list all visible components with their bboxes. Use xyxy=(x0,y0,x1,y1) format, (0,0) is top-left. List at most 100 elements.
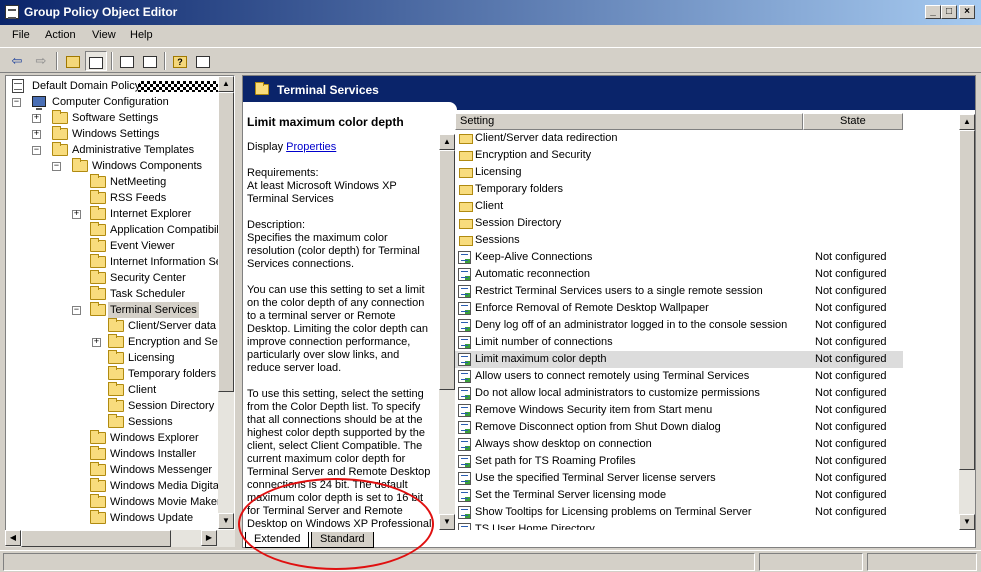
tree-item-rss-feeds[interactable]: RSS Feeds xyxy=(10,190,230,206)
tree-item-administrative-templates[interactable]: − Administrative Templates xyxy=(10,142,230,158)
tree-item-encryption-security[interactable]: + Encryption and Secu xyxy=(10,334,230,350)
tree-item-licensing[interactable]: Licensing xyxy=(10,350,230,366)
scroll-thumb[interactable] xyxy=(439,150,455,390)
expand-icon[interactable]: + xyxy=(32,114,41,123)
tree-horizontal-scrollbar[interactable]: ◀ ▶ xyxy=(5,530,235,547)
tab-extended[interactable]: Extended xyxy=(245,532,310,548)
setting-row[interactable]: Use the specified Terminal Server licens… xyxy=(455,470,903,487)
properties-link[interactable]: Properties xyxy=(286,141,336,153)
collapse-icon[interactable]: − xyxy=(32,146,41,155)
setting-row[interactable]: Show Tooltips for Licensing problems on … xyxy=(455,504,903,521)
requirements-label: Requirements: xyxy=(247,167,319,179)
tree-item-windows-movie-maker[interactable]: Windows Movie Maker xyxy=(10,494,230,510)
description-scrollbar[interactable]: ▲ ▼ xyxy=(439,134,455,530)
maximize-button[interactable]: □ xyxy=(941,5,957,19)
tree-item-temporary-folders[interactable]: Temporary folders xyxy=(10,366,230,382)
folder-row[interactable]: Sessions xyxy=(455,232,903,249)
forward-arrow-icon[interactable]: ⇨ xyxy=(30,51,52,71)
column-header-state[interactable]: State xyxy=(803,113,903,130)
column-header-setting[interactable]: Setting xyxy=(455,113,803,130)
scroll-thumb[interactable] xyxy=(218,92,234,392)
collapse-icon[interactable]: − xyxy=(12,98,21,107)
help-icon[interactable]: ? xyxy=(169,51,191,71)
tree-item-windows-components[interactable]: − Windows Components xyxy=(10,158,230,174)
scroll-up-arrow-icon[interactable]: ▲ xyxy=(959,114,975,130)
tree-item-windows-explorer[interactable]: Windows Explorer xyxy=(10,430,230,446)
tree-item-sessions[interactable]: Sessions xyxy=(10,414,230,430)
tree-item-task-scheduler[interactable]: Task Scheduler xyxy=(10,286,230,302)
folder-row[interactable]: Client xyxy=(455,198,903,215)
tree-item-software-settings[interactable]: + Software Settings xyxy=(10,110,230,126)
setting-row[interactable]: Allow users to connect remotely using Te… xyxy=(455,368,903,385)
up-folder-icon[interactable] xyxy=(62,51,84,71)
properties-icon[interactable] xyxy=(116,51,138,71)
collapse-icon[interactable]: − xyxy=(72,306,81,315)
setting-row[interactable]: Do not allow local administrators to cus… xyxy=(455,385,903,402)
scroll-down-arrow-icon[interactable]: ▼ xyxy=(959,514,975,530)
expand-icon[interactable]: + xyxy=(92,338,101,347)
scroll-down-arrow-icon[interactable]: ▼ xyxy=(218,513,234,529)
tree-item-terminal-services[interactable]: − Terminal Services xyxy=(10,302,230,318)
tree-item-windows-messenger[interactable]: Windows Messenger xyxy=(10,462,230,478)
setting-row[interactable]: Deny log off of an administrator logged … xyxy=(455,317,903,334)
setting-row[interactable]: Always show desktop on connection Not con… xyxy=(455,436,903,453)
menu-view[interactable]: View xyxy=(92,29,116,41)
minimize-button[interactable]: _ xyxy=(925,5,941,19)
scroll-thumb[interactable] xyxy=(21,530,171,547)
menu-bar: File Action View Help xyxy=(0,27,981,45)
scroll-left-arrow-icon[interactable]: ◀ xyxy=(5,530,21,546)
settings-scrollbar[interactable]: ▲ ▼ xyxy=(959,114,975,530)
tree-item-client-server-data[interactable]: Client/Server data r xyxy=(10,318,230,334)
setting-row[interactable]: Remove Disconnect option from Shut Down … xyxy=(455,419,903,436)
scroll-thumb[interactable] xyxy=(959,130,975,470)
tree-item-event-viewer[interactable]: Event Viewer xyxy=(10,238,230,254)
setting-row[interactable]: Remove Windows Security item from Start … xyxy=(455,402,903,419)
tree-item-application-compatibility[interactable]: Application Compatibility xyxy=(10,222,230,238)
tree-item-internet-explorer[interactable]: + Internet Explorer xyxy=(10,206,230,222)
tree-item-windows-update[interactable]: Windows Update xyxy=(10,510,230,526)
tree-item-windows-installer[interactable]: Windows Installer xyxy=(10,446,230,462)
export-list-icon[interactable] xyxy=(139,51,161,71)
folder-row[interactable]: Client/Server data redirection xyxy=(455,130,903,147)
show-hide-tree-icon[interactable] xyxy=(85,51,107,71)
menu-action[interactable]: Action xyxy=(45,29,76,41)
setting-row[interactable]: Limit number of connections Not configure… xyxy=(455,334,903,351)
folder-row[interactable]: Temporary folders xyxy=(455,181,903,198)
tree-item-windows-media-digital[interactable]: Windows Media Digital R xyxy=(10,478,232,494)
tree-vertical-scrollbar[interactable]: ▲ ▼ xyxy=(218,76,234,529)
back-arrow-icon[interactable]: ⇦ xyxy=(6,51,28,71)
setting-row[interactable]: Keep-Alive Connections Not configured xyxy=(455,249,903,266)
scroll-down-arrow-icon[interactable]: ▼ xyxy=(439,514,455,530)
menu-file[interactable]: File xyxy=(12,29,30,41)
setting-row[interactable]: Enforce Removal of Remote Desktop Wallpa… xyxy=(455,300,903,317)
tree-item-client[interactable]: Client xyxy=(10,382,230,398)
tree-item-session-directory[interactable]: Session Directory xyxy=(10,398,230,414)
tree-item-security-center[interactable]: Security Center xyxy=(10,270,230,286)
setting-row[interactable]: Set path for TS Roaming Profiles Not conf… xyxy=(455,453,903,470)
tree-item-computer-configuration[interactable]: − Computer Configuration xyxy=(10,94,230,110)
tree-item-default-domain-policy[interactable]: Default Domain Policy xyxy=(10,78,230,94)
expand-icon[interactable]: + xyxy=(32,130,41,139)
setting-row[interactable]: Limit maximum color depth Not configured xyxy=(455,351,903,368)
setting-row[interactable]: Automatic reconnection Not configured xyxy=(455,266,903,283)
tab-standard[interactable]: Standard xyxy=(311,532,374,548)
scroll-up-arrow-icon[interactable]: ▲ xyxy=(439,134,455,150)
tree-item-netmeeting[interactable]: NetMeeting xyxy=(10,174,230,190)
expand-icon[interactable]: + xyxy=(72,210,81,219)
scroll-up-arrow-icon[interactable]: ▲ xyxy=(218,76,234,92)
folder-row[interactable]: Encryption and Security xyxy=(455,147,903,164)
close-button[interactable]: × xyxy=(959,5,975,19)
folder-row[interactable]: Licensing xyxy=(455,164,903,181)
extended-view-icon[interactable] xyxy=(192,51,214,71)
tree-label: Client xyxy=(128,384,157,396)
setting-row[interactable]: TS User Home Directory xyxy=(455,521,903,530)
tree-item-windows-settings[interactable]: + Windows Settings xyxy=(10,126,230,142)
scroll-right-arrow-icon[interactable]: ▶ xyxy=(201,530,217,546)
setting-row[interactable]: Set the Terminal Server licensing mode No… xyxy=(455,487,903,504)
tree-item-internet-information-services[interactable]: Internet Information Se xyxy=(10,254,230,270)
menu-help[interactable]: Help xyxy=(130,29,153,41)
description-line: highest color depth supported by the xyxy=(247,427,425,439)
folder-row[interactable]: Session Directory xyxy=(455,215,903,232)
setting-row[interactable]: Restrict Terminal Services users to a si… xyxy=(455,283,903,300)
collapse-icon[interactable]: − xyxy=(52,162,61,171)
